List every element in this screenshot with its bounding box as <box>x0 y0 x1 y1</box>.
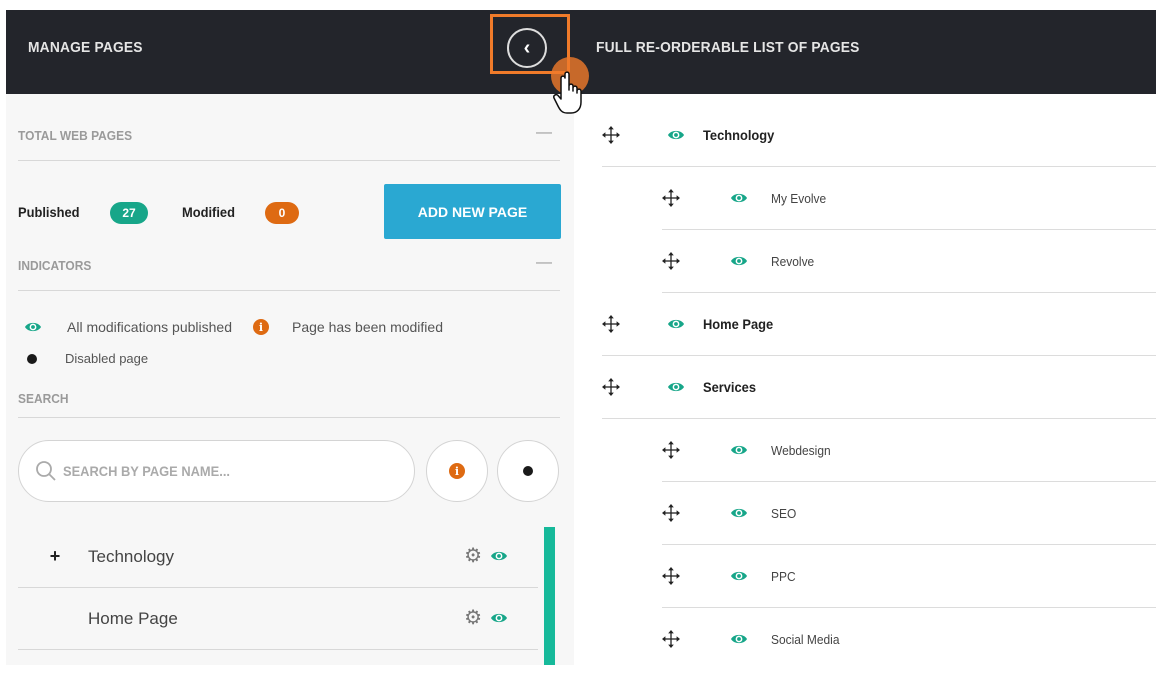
scrollbar-thumb[interactable] <box>544 527 555 665</box>
tree-item-label: Revolve <box>771 253 815 269</box>
reorderable-list-title: FULL RE-ORDERABLE LIST OF PAGES <box>596 39 860 56</box>
search-field[interactable] <box>18 440 415 502</box>
eye-icon[interactable] <box>730 633 748 645</box>
eye-icon[interactable] <box>730 570 748 582</box>
search-icon <box>36 461 56 481</box>
gear-icon[interactable]: ⚙ <box>464 546 482 566</box>
eye-icon[interactable] <box>730 255 748 267</box>
info-icon: i <box>252 319 269 335</box>
eye-icon[interactable] <box>730 507 748 519</box>
indicator-modified-label: Page has been modified <box>291 319 443 335</box>
eye-icon <box>24 321 42 333</box>
divider <box>18 417 560 418</box>
eye-icon[interactable] <box>667 381 685 393</box>
reorderable-page-list: Technology My Evolve Revolve Home Page S… <box>574 94 1156 665</box>
move-icon[interactable] <box>662 504 680 522</box>
tree-item-label: Webdesign <box>771 442 831 458</box>
tree-row[interactable]: Webdesign <box>662 419 1156 482</box>
eye-icon[interactable] <box>667 129 685 141</box>
hand-cursor-icon <box>553 71 582 114</box>
page-manager-app: MANAGE PAGES ‹ FULL RE-ORDERABLE LIST OF… <box>6 10 1156 665</box>
tree-item-label: SEO <box>771 505 797 521</box>
move-icon[interactable] <box>662 630 680 648</box>
disabled-dot-icon <box>27 353 37 364</box>
manage-pages-title: MANAGE PAGES <box>28 39 143 56</box>
eye-icon[interactable] <box>490 612 508 624</box>
page-name: Technology <box>88 546 175 566</box>
search-heading: SEARCH <box>18 391 69 406</box>
manage-pages-panel: TOTAL WEB PAGES — Published 27 Modified … <box>6 94 574 665</box>
modified-count-badge: 0 <box>265 202 299 224</box>
tree-item-label: My Evolve <box>771 190 827 206</box>
eye-icon[interactable] <box>730 192 748 204</box>
move-icon[interactable] <box>662 189 680 207</box>
eye-icon[interactable] <box>667 318 685 330</box>
gear-icon[interactable]: ⚙ <box>464 608 482 628</box>
divider <box>18 160 560 161</box>
published-label: Published <box>18 204 80 220</box>
collapse-panel-button[interactable]: ‹ <box>507 28 547 68</box>
move-icon[interactable] <box>602 315 620 333</box>
expand-icon[interactable]: + <box>40 546 70 567</box>
move-icon[interactable] <box>662 252 680 270</box>
move-icon[interactable] <box>602 126 620 144</box>
move-icon[interactable] <box>662 441 680 459</box>
tree-row[interactable]: Technology <box>602 104 1156 167</box>
search-input[interactable] <box>63 463 358 479</box>
indicator-disabled-label: Disabled page <box>65 351 149 366</box>
indicator-published-label: All modifications published <box>67 319 232 335</box>
indicator-disabled: Disabled page <box>27 351 148 366</box>
move-icon[interactable] <box>662 567 680 585</box>
disabled-dot-icon <box>523 466 533 476</box>
move-icon[interactable] <box>602 378 620 396</box>
filter-disabled-button[interactable] <box>497 440 559 502</box>
modified-label: Modified <box>182 204 235 220</box>
tree-item-label: Services <box>703 379 757 395</box>
tree-row[interactable]: Social Media <box>662 608 1156 665</box>
tree-row[interactable]: Revolve <box>662 230 1156 293</box>
tree-item-label: Technology <box>703 127 775 143</box>
eye-icon[interactable] <box>490 550 508 562</box>
tree-row[interactable]: Services <box>602 356 1156 419</box>
tree-row[interactable]: My Evolve <box>662 167 1156 230</box>
tree-row[interactable]: Home Page <box>602 293 1156 356</box>
info-icon: i <box>449 463 465 479</box>
page-name: Home Page <box>88 608 178 628</box>
eye-icon[interactable] <box>730 444 748 456</box>
filter-modified-button[interactable]: i <box>426 440 488 502</box>
collapse-indicators-section-icon[interactable]: — <box>536 254 552 272</box>
divider <box>18 290 560 291</box>
chevron-left-icon: ‹ <box>523 36 531 59</box>
published-count-badge: 27 <box>110 202 148 224</box>
tree-item-label: PPC <box>771 568 796 584</box>
total-web-pages-heading: TOTAL WEB PAGES <box>18 128 133 143</box>
tree-row[interactable]: PPC <box>662 545 1156 608</box>
collapse-total-section-icon[interactable]: — <box>536 124 552 142</box>
tree-item-label: Social Media <box>771 631 840 647</box>
tree-row[interactable]: SEO <box>662 482 1156 545</box>
add-new-page-button[interactable]: ADD NEW PAGE <box>384 184 561 239</box>
indicator-published: All modifications published i Page has b… <box>24 319 443 335</box>
tree-item-label: Home Page <box>703 316 774 332</box>
indicators-heading: INDICATORS <box>18 258 92 273</box>
list-item[interactable]: Home Page ⚙ <box>18 588 538 650</box>
list-item[interactable]: + Technology ⚙ <box>18 526 538 588</box>
